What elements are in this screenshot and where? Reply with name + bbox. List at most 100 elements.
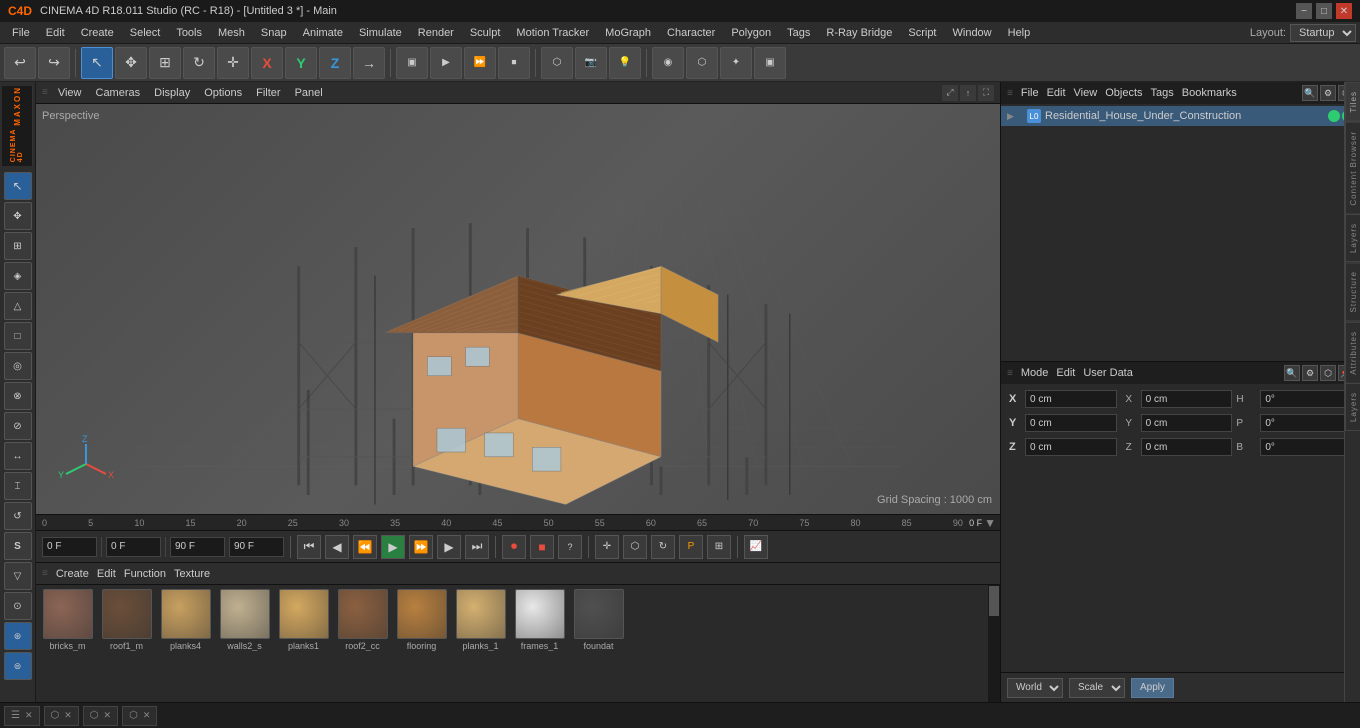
obj-settings-btn[interactable]: ⚙ — [1320, 85, 1336, 101]
scale-select[interactable]: Scale — [1069, 678, 1125, 698]
vp-menu-filter[interactable]: Filter — [252, 86, 284, 100]
minimize-button[interactable]: − — [1296, 3, 1312, 19]
obj-vis-green[interactable] — [1328, 110, 1340, 122]
rtab-attributes-side[interactable]: Attributes — [1345, 322, 1360, 384]
attr-menu-user-data[interactable]: User Data — [1083, 367, 1133, 379]
tool-cut[interactable]: ⊗ — [4, 382, 32, 410]
vp-menu-display[interactable]: Display — [150, 86, 194, 100]
tool-live-select[interactable]: ↖ — [4, 172, 32, 200]
material-item-5[interactable]: roof2_cc — [335, 589, 390, 651]
obj-menu-tags[interactable]: Tags — [1151, 87, 1174, 99]
attr-expand-btn[interactable]: ⬡ — [1320, 365, 1336, 381]
prev-frame-button[interactable]: ◀ — [325, 535, 349, 559]
vp-btn-up[interactable]: ↑ — [960, 85, 976, 101]
record-button[interactable]: ⏺ — [502, 535, 526, 559]
tool-subdivide[interactable]: ⊞ — [4, 232, 32, 260]
rtab-tiles[interactable]: Tiles — [1345, 82, 1360, 122]
material-scrollbar[interactable] — [988, 585, 1000, 702]
attr-settings-btn[interactable]: ⚙ — [1302, 365, 1318, 381]
rtab-layers[interactable]: Layers — [1345, 214, 1360, 262]
tool-extrude[interactable]: ◈ — [4, 262, 32, 290]
menu-create[interactable]: Create — [73, 25, 122, 41]
obj-menu-view[interactable]: View — [1074, 87, 1098, 99]
tool-knife[interactable]: ⌶ — [4, 472, 32, 500]
mat-menu-texture[interactable]: Texture — [174, 568, 210, 580]
coord-y-pos[interactable]: 0 cm — [1025, 414, 1117, 432]
mat-menu-edit[interactable]: Edit — [97, 568, 116, 580]
render-view-button[interactable]: ▶ — [430, 47, 462, 79]
tool-weld[interactable]: ↔ — [4, 442, 32, 470]
menu-script[interactable]: Script — [900, 25, 944, 41]
menu-snap[interactable]: Snap — [253, 25, 295, 41]
axis-x-button[interactable]: X — [251, 47, 283, 79]
tool-magnet[interactable]: ⊙ — [4, 592, 32, 620]
menu-mograph[interactable]: MoGraph — [597, 25, 659, 41]
light-button[interactable]: 💡 — [609, 47, 641, 79]
poly-mode-button[interactable]: ▣ — [754, 47, 786, 79]
tool-box[interactable]: □ — [4, 322, 32, 350]
menu-file[interactable]: File — [4, 25, 38, 41]
end-frame-field-2[interactable]: 90 F — [170, 537, 225, 557]
render-to-po-button[interactable]: ⏩ — [464, 47, 496, 79]
close-button[interactable]: ✕ — [1336, 3, 1352, 19]
coord-z-pos[interactable]: 0 cm — [1025, 438, 1117, 456]
menu-tools[interactable]: Tools — [168, 25, 210, 41]
help-transport-button[interactable]: ? — [558, 535, 582, 559]
obj-menu-bookmarks[interactable]: Bookmarks — [1182, 87, 1237, 99]
world-space-select[interactable]: World — [1007, 678, 1063, 698]
coord-p-val[interactable]: 0° — [1260, 414, 1352, 432]
menu-vray[interactable]: R-Ray Bridge — [818, 25, 900, 41]
vp-menu-panel[interactable]: Panel — [291, 86, 327, 100]
tool-layers-visible[interactable]: ⊛ — [4, 622, 32, 650]
material-item-1[interactable]: roof1_m — [99, 589, 154, 651]
viewport-3d[interactable]: Perspective — [36, 104, 1000, 514]
coord-b-val[interactable]: 0° — [1260, 438, 1352, 456]
layout-select[interactable]: Startup — [1290, 24, 1356, 42]
menu-edit[interactable]: Edit — [38, 25, 73, 41]
start-frame-field[interactable]: 0 F — [42, 537, 97, 557]
point-mode-button[interactable]: ✦ — [720, 47, 752, 79]
stop-render-button[interactable]: ⏹ — [498, 47, 530, 79]
stop-button[interactable]: ■ — [530, 535, 554, 559]
tool-circle[interactable]: ◎ — [4, 352, 32, 380]
mat-menu-create[interactable]: Create — [56, 568, 89, 580]
rtab-content-browser[interactable]: Content Browser — [1345, 122, 1360, 215]
menu-sculpt[interactable]: Sculpt — [462, 25, 509, 41]
jump-end-button[interactable]: ⏭ — [465, 535, 489, 559]
obj-menu-edit[interactable]: Edit — [1047, 87, 1066, 99]
vp-menu-options[interactable]: Options — [200, 86, 246, 100]
tool-fill[interactable]: ↺ — [4, 502, 32, 530]
coord-x-pos[interactable]: 0 cm — [1025, 390, 1117, 408]
material-item-6[interactable]: flooring — [394, 589, 449, 651]
transform-tool-button[interactable]: ✛ — [217, 47, 249, 79]
rtab-layers2[interactable]: Layers — [1345, 383, 1360, 431]
vp-btn-fullscreen[interactable]: ⛶ — [978, 85, 994, 101]
render-region-button[interactable]: ▣ — [396, 47, 428, 79]
prev-step-button[interactable]: ⏪ — [353, 535, 377, 559]
material-item-9[interactable]: foundat — [571, 589, 626, 651]
undo-button[interactable]: ↩ — [4, 47, 36, 79]
menu-window[interactable]: Window — [945, 25, 1000, 41]
mat-menu-function[interactable]: Function — [124, 568, 166, 580]
material-item-4[interactable]: planks1 — [276, 589, 331, 651]
obj-menu-file[interactable]: File — [1021, 87, 1039, 99]
scale-tool-button[interactable]: ⊞ — [149, 47, 181, 79]
tool-smooth[interactable]: △ — [4, 292, 32, 320]
taskbar-item-2[interactable]: ⬡ ✕ — [44, 706, 79, 726]
axis-z-button[interactable]: Z — [319, 47, 351, 79]
tool-last[interactable]: ⊜ — [4, 652, 32, 680]
material-item-7[interactable]: planks_1 — [453, 589, 508, 651]
rtab-structure[interactable]: Structure — [1345, 262, 1360, 321]
coord-x-rot[interactable]: 0 cm — [1141, 390, 1233, 408]
max-frame-field[interactable]: 90 F — [229, 537, 284, 557]
coord-y-rot[interactable]: 0 cm — [1141, 414, 1233, 432]
vp-menu-cameras[interactable]: Cameras — [92, 86, 145, 100]
edge-mode-button[interactable]: ⬡ — [686, 47, 718, 79]
camera-button[interactable]: 📷 — [575, 47, 607, 79]
next-step-button[interactable]: ⏩ — [409, 535, 433, 559]
current-frame-field[interactable]: 0 F — [106, 537, 161, 557]
attr-menu-mode[interactable]: Mode — [1021, 367, 1049, 379]
material-item-8[interactable]: frames_1 — [512, 589, 567, 651]
snap-to-frame-button[interactable]: ✛ — [595, 535, 619, 559]
coord-z-scale[interactable]: 0 cm — [1141, 438, 1233, 456]
